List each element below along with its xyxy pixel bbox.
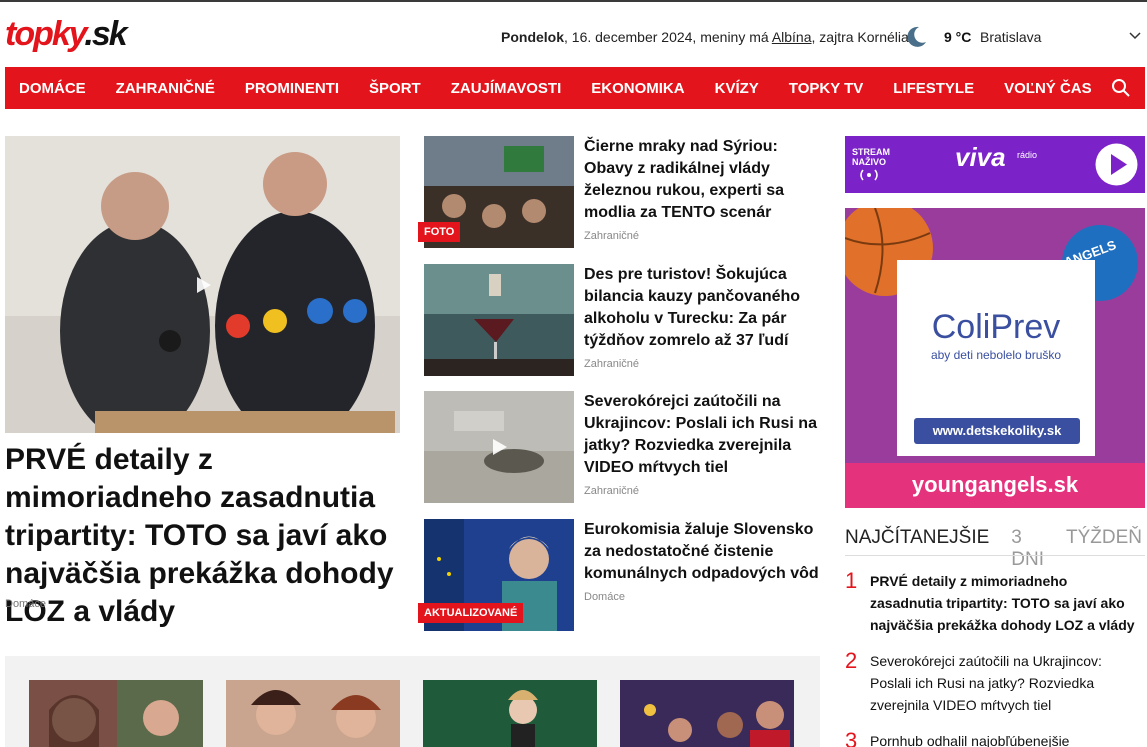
divider	[845, 555, 1145, 556]
most-read-tabs: NAJČÍTANEJŠIE 3 DNI TÝŽDEŇ	[845, 527, 1145, 571]
strip-thumbnail[interactable]	[226, 680, 400, 747]
nav-item-topky-tv[interactable]: TOPKY TV	[789, 80, 863, 97]
broadcast-icon	[860, 169, 878, 181]
nav-item-kvízy[interactable]: KVÍZY	[715, 80, 759, 97]
nav-item-zahraničné[interactable]: ZAHRANIČNÉ	[116, 80, 215, 97]
strip-thumbnail[interactable]	[423, 680, 597, 747]
most-read-title[interactable]: PRVÉ detaily z mimoriadneho zasadnutia t…	[870, 570, 1140, 636]
most-read-item[interactable]: 1 PRVÉ detaily z mimoriadneho zasadnutia…	[845, 568, 1145, 640]
top-header: topky.sk Pondelok, 16. december 2024, me…	[0, 0, 1147, 67]
main-nav: DOMÁCE ZAHRANIČNÉ PROMINENTI ŠPORT ZAUJÍMAVO…	[5, 67, 1145, 109]
site-logo[interactable]: topky.sk	[5, 14, 128, 54]
weather-city[interactable]: Bratislava	[980, 29, 1041, 45]
nav-item-ekonomika[interactable]: EKONOMIKA	[591, 80, 684, 97]
temperature: 9 °C	[944, 29, 972, 45]
chevron-down-icon[interactable]	[1128, 28, 1142, 42]
article-category[interactable]: Domáce	[584, 591, 625, 603]
ad-url-button[interactable]: www.detskekoliky.sk	[914, 418, 1080, 444]
article-title[interactable]: Eurokomisia žaluje Slovensko za nedostat…	[584, 519, 824, 585]
most-read-item[interactable]: 3 Pornhub odhalil najobľúbenejšie	[845, 730, 1145, 747]
article-title[interactable]: Des pre turistov! Šokujúca bilancia kauz…	[584, 264, 824, 352]
radio-logo: viva	[955, 142, 1006, 172]
nav-item-domáce[interactable]: DOMÁCE	[19, 80, 86, 97]
article-thumbnail[interactable]	[424, 264, 574, 376]
hero-category[interactable]: Domáce	[5, 598, 46, 610]
tab-most-read[interactable]: NAJČÍTANEJŠIE	[845, 527, 989, 571]
hero-image[interactable]	[5, 136, 400, 433]
nameday-link[interactable]: Albína	[772, 29, 812, 45]
nav-item-voľný-čas[interactable]: VOĽNÝ ČAS	[1004, 80, 1092, 97]
article-title[interactable]: Čierne mraky nad Sýriou: Obavy z radikál…	[584, 136, 824, 224]
most-read-title[interactable]: Severokórejci zaútočili na Ukrajincov: P…	[870, 650, 1140, 716]
date-line: Pondelok, 16. december 2024, meniny má A…	[501, 29, 909, 45]
prominenti-strip	[5, 656, 820, 747]
article-category[interactable]: Zahraničné	[584, 358, 639, 370]
hero-title[interactable]: PRVÉ detaily z mimoriadneho zasadnutia t…	[5, 441, 405, 631]
most-read-title[interactable]: Pornhub odhalil najobľúbenejšie	[870, 730, 1140, 747]
day-name: Pondelok	[501, 29, 565, 45]
advertisement[interactable]: ANGELS ColiPrev aby deti nebolelo bruško…	[845, 208, 1145, 508]
article-category[interactable]: Zahraničné	[584, 230, 639, 242]
rank-number: 2	[845, 648, 858, 673]
play-icon[interactable]	[1094, 142, 1139, 187]
ad-footer[interactable]: youngangels.sk	[845, 472, 1145, 498]
nav-item-prominenti[interactable]: PROMINENTI	[245, 80, 339, 97]
badge: AKTUALIZOVANÉ	[418, 603, 524, 623]
rank-number: 1	[845, 568, 858, 593]
ad-tagline: aby deti nebolelo bruško	[930, 348, 1062, 362]
play-icon[interactable]	[488, 436, 510, 458]
ad-brand: ColiPrev	[931, 308, 1061, 346]
rank-number: 3	[845, 730, 858, 747]
article-category[interactable]: Zahraničné	[584, 485, 639, 497]
nav-item-lifestyle[interactable]: LIFESTYLE	[893, 80, 974, 97]
nav-item-zaujímavosti[interactable]: ZAUJÍMAVOSTI	[451, 80, 562, 97]
strip-thumbnail[interactable]	[620, 680, 794, 747]
article-title[interactable]: Severokórejci zaútočili na Ukrajincov: P…	[584, 391, 824, 479]
article-thumbnail[interactable]	[424, 391, 574, 503]
radio-stream-banner[interactable]: STREAM NAŽIVO viva rádio	[845, 136, 1145, 193]
tab-3-days[interactable]: 3 DNI	[1011, 527, 1044, 571]
article-item[interactable]: Severokórejci zaútočili na Ukrajincov: P…	[424, 391, 824, 503]
moon-icon	[907, 26, 926, 47]
search-icon[interactable]	[1111, 78, 1131, 98]
badge: FOTO	[418, 222, 461, 242]
tab-week[interactable]: TÝŽDEŇ	[1066, 527, 1142, 571]
article-item[interactable]: FOTO Čierne mraky nad Sýriou: Obavy z ra…	[418, 136, 824, 248]
play-icon[interactable]	[192, 274, 214, 296]
article-item[interactable]: AKTUALIZOVANÉ Eurokomisia žaluje Slovens…	[418, 519, 824, 631]
strip-thumbnail[interactable]	[29, 680, 203, 747]
article-item[interactable]: Des pre turistov! Šokujúca bilancia kauz…	[424, 264, 824, 376]
nav-item-šport[interactable]: ŠPORT	[369, 80, 421, 97]
ad-card: ColiPrev aby deti nebolelo bruško www.de…	[897, 260, 1095, 456]
most-read-item[interactable]: 2 Severokórejci zaútočili na Ukrajincov:…	[845, 648, 1145, 720]
